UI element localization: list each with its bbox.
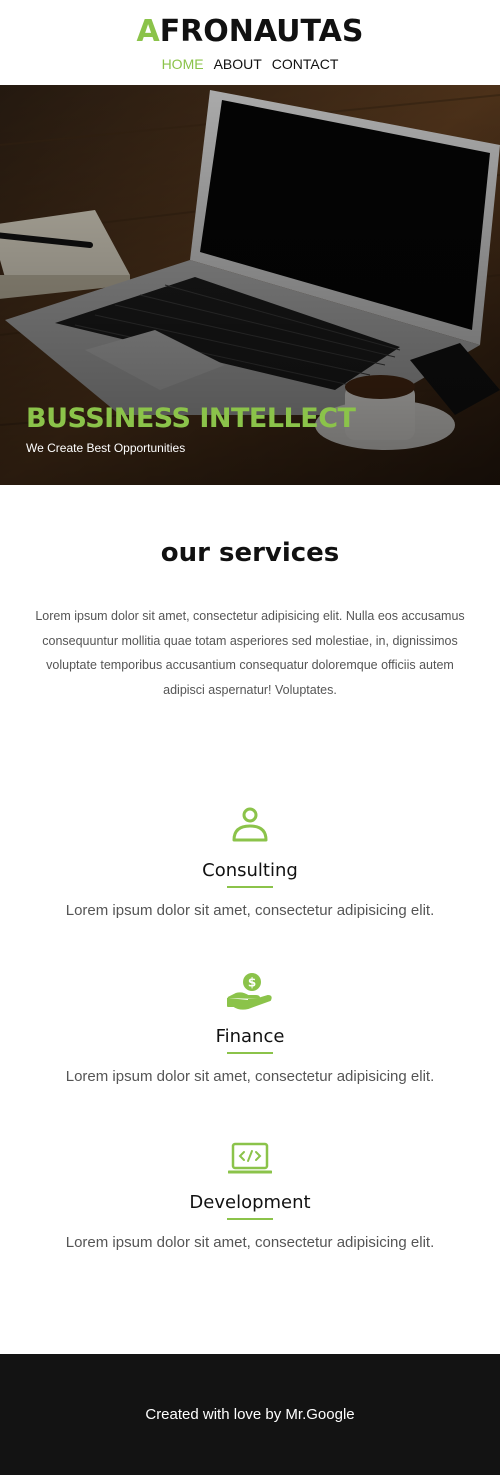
site-logo[interactable]: AFRONAUTAS — [0, 14, 500, 49]
user-icon — [232, 807, 268, 842]
service-description: Lorem ipsum dolor sit amet, consectetur … — [65, 1234, 435, 1251]
service-consulting: Consulting Lorem ipsum dolor sit amet, c… — [0, 806, 500, 919]
money-hand-icon: $ — [227, 973, 272, 1010]
service-underline — [227, 1218, 273, 1220]
hero-subtitle: We Create Best Opportunities — [26, 441, 186, 455]
svg-text:$: $ — [248, 976, 256, 990]
nav-contact[interactable]: CONTACT — [272, 56, 339, 72]
site-header: AFRONAUTAS HOME ABOUT CONTACT — [0, 0, 500, 85]
services-intro: Lorem ipsum dolor sit amet, consectetur … — [35, 609, 465, 697]
hero-title: BUSSINESS INTELLECT — [26, 403, 356, 434]
service-name: Development — [189, 1192, 311, 1213]
logo-text: FRONAUTAS — [159, 14, 364, 49]
service-underline — [227, 886, 273, 888]
service-name: Consulting — [202, 860, 298, 881]
site-footer: Created with love by Mr.Google — [0, 1354, 500, 1475]
hero-banner: BUSSINESS INTELLECT We Create Best Oppor… — [0, 85, 500, 485]
nav-home[interactable]: HOME — [162, 56, 204, 72]
footer-credit: Created with love by Mr.Google — [145, 1406, 355, 1423]
service-description: Lorem ipsum dolor sit amet, consectetur … — [65, 1068, 435, 1085]
service-description: Lorem ipsum dolor sit amet, consectetur … — [65, 902, 435, 919]
logo-accent-letter: A — [136, 14, 160, 49]
nav-about[interactable]: ABOUT — [214, 56, 262, 72]
main-nav: HOME ABOUT CONTACT — [0, 56, 500, 72]
services-title: our services — [160, 538, 340, 568]
laptop-code-icon — [228, 1142, 272, 1174]
service-development: Development Lorem ipsum dolor sit amet, … — [0, 1140, 500, 1251]
service-finance: $ Finance Lorem ipsum dolor sit amet, co… — [0, 972, 500, 1085]
service-name: Finance — [215, 1026, 285, 1047]
service-underline — [227, 1052, 273, 1054]
